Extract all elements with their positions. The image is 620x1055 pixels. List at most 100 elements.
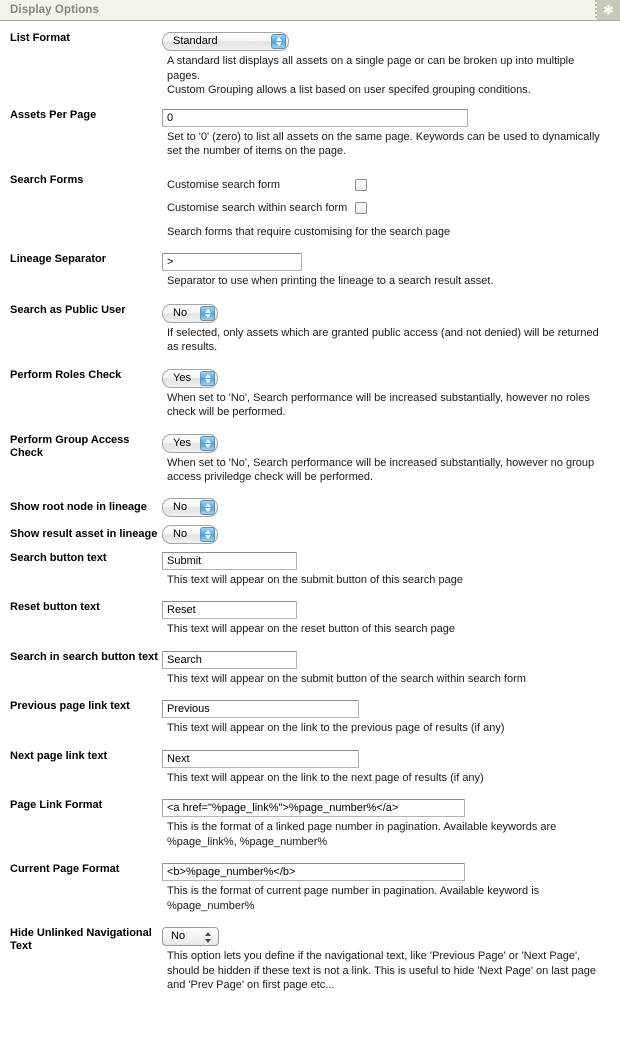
field-label: Previous page link text: [10, 700, 130, 712]
field-label: Search Forms: [10, 173, 84, 186]
stepper-arrows-icon[interactable]: [200, 370, 215, 386]
checkbox-row-customise-search-form: Customise search form: [162, 174, 367, 197]
customise-search-form-checkbox[interactable]: [355, 179, 367, 191]
field-row-search-forms: Search Forms Customise search form Custo…: [0, 174, 620, 240]
field-row-perform-roles-check: Perform Roles Check Yes When set to 'No'…: [0, 368, 620, 420]
field-control: This text will appear on the reset butto…: [162, 601, 620, 637]
field-row-next-page-link-text: Next page link text This text will appea…: [0, 749, 620, 786]
current-page-format-input[interactable]: [162, 863, 465, 881]
field-label: Search as Public User: [10, 303, 126, 316]
field-row-search-as-public-user: Search as Public User No If selected, on…: [0, 303, 620, 355]
field-label: Show root node in lineage: [10, 500, 147, 513]
field-label: Current Page Format: [10, 863, 120, 875]
field-row-list-format: List Format Standard A standard list dis…: [0, 32, 620, 98]
field-control: This is the format of current page numbe…: [162, 863, 620, 913]
field-label: Next page link text: [10, 749, 108, 762]
field-row-assets-per-page: Assets Per Page Set to '0' (zero) to lis…: [0, 108, 620, 159]
field-control: Set to '0' (zero) to list all assets on …: [162, 108, 620, 159]
field-label: Page Link Format: [10, 799, 103, 811]
field-control: This text will appear on the submit butt…: [162, 551, 620, 588]
panel-header: Display Options ✻: [0, 0, 620, 21]
field-control: No If selected, only assets which are gr…: [162, 303, 620, 355]
field-description: Search forms that require customising fo…: [167, 225, 451, 238]
customise-search-within-search-form-checkbox[interactable]: [355, 202, 367, 214]
field-row-current-page-format: Current Page Format This is the format o…: [0, 863, 620, 913]
field-control: Yes When set to 'No', Search performance…: [162, 368, 620, 420]
field-description: This text will appear on the submit butt…: [167, 573, 463, 586]
checkbox-row-customise-search-within: Customise search within search form: [162, 197, 367, 220]
stepper-arrows-icon[interactable]: [200, 305, 215, 321]
stepper-arrows-icon[interactable]: [200, 526, 215, 542]
stepper-arrows-icon[interactable]: [200, 435, 215, 451]
field-control: This text will appear on the submit butt…: [162, 650, 620, 687]
field-label: Reset button text: [10, 601, 100, 613]
list-format-select[interactable]: Standard: [162, 32, 289, 51]
field-row-reset-button-text: Reset button text This text will appear …: [0, 601, 620, 637]
field-label: Search button text: [10, 551, 107, 564]
field-description: This text will appear on the link to the…: [167, 722, 505, 734]
field-control: No: [162, 497, 620, 517]
show-root-node-in-lineage-select[interactable]: No: [162, 497, 218, 517]
field-control: Separator to use when printing the linea…: [162, 253, 620, 289]
field-label: Perform Group Access Check: [10, 433, 130, 459]
search-in-search-button-text-input[interactable]: [162, 650, 297, 669]
perform-group-access-check-select[interactable]: Yes: [162, 433, 218, 453]
field-row-previous-page-link-text: Previous page link text This text will a…: [0, 700, 620, 736]
next-page-link-text-input[interactable]: [162, 749, 359, 768]
field-description: A standard list displays all assets on a…: [167, 55, 575, 96]
reset-button-text-input[interactable]: [162, 601, 297, 619]
field-description: This is the format of a linked page numb…: [167, 821, 557, 848]
field-description: This is the format of current page numbe…: [167, 885, 540, 912]
show-result-asset-in-lineage-select[interactable]: No: [162, 524, 218, 544]
field-row-hide-unlinked-navigational-text: Hide Unlinked Navigational Text No This …: [0, 927, 620, 993]
checkbox-label: Customise search form: [167, 179, 281, 191]
field-description: This text will appear on the link to the…: [167, 771, 484, 784]
field-row-lineage-separator: Lineage Separator Separator to use when …: [0, 253, 620, 289]
field-control: No This option lets you define if the na…: [162, 927, 620, 993]
stepper-arrows-icon[interactable]: [200, 499, 215, 515]
field-control: Yes When set to 'No', Search performance…: [162, 433, 620, 485]
field-label: List Format: [10, 32, 70, 44]
field-control: Customise search form Customise search w…: [162, 174, 620, 240]
field-row-show-root-node-in-lineage: Show root node in lineage No: [0, 497, 620, 517]
lineage-separator-input[interactable]: [162, 253, 302, 271]
field-label: Hide Unlinked Navigational Text: [10, 927, 152, 952]
field-control: This is the format of a linked page numb…: [162, 799, 620, 849]
field-control: This text will appear on the link to the…: [162, 700, 620, 736]
field-label: Show result asset in lineage: [10, 527, 158, 540]
field-description: This option lets you define if the navig…: [167, 950, 596, 991]
display-options-form: List Format Standard A standard list dis…: [0, 21, 620, 993]
hide-unlinked-navigational-text-select[interactable]: No: [162, 927, 219, 946]
field-label: Perform Roles Check: [10, 368, 122, 381]
field-label: Lineage Separator: [10, 253, 106, 265]
page-title: Display Options: [10, 4, 100, 16]
field-description: If selected, only assets which are grant…: [167, 326, 599, 354]
field-description: When set to 'No', Search performance wil…: [167, 391, 590, 419]
field-control: This text will appear on the link to the…: [162, 749, 620, 786]
field-description: Separator to use when printing the linea…: [167, 275, 494, 287]
field-row-perform-group-access-check: Perform Group Access Check Yes When set …: [0, 433, 620, 485]
perform-roles-check-select[interactable]: Yes: [162, 368, 218, 388]
search-button-text-input[interactable]: [162, 551, 297, 570]
field-description: Set to '0' (zero) to list all assets on …: [167, 130, 600, 158]
field-description: When set to 'No', Search performance wil…: [167, 456, 595, 484]
search-as-public-user-select[interactable]: No: [162, 303, 218, 323]
stepper-arrows-icon[interactable]: [205, 932, 212, 943]
field-row-show-result-asset-in-lineage: Show result asset in lineage No: [0, 524, 620, 544]
page-link-format-input[interactable]: [162, 799, 465, 817]
stepper-arrows-icon[interactable]: [271, 34, 286, 49]
previous-page-link-text-input[interactable]: [162, 700, 359, 718]
field-description: This text will appear on the submit butt…: [167, 672, 526, 685]
assets-per-page-input[interactable]: [162, 108, 468, 127]
field-label: Assets Per Page: [10, 108, 97, 121]
field-row-search-button-text: Search button text This text will appear…: [0, 551, 620, 588]
field-label: Search in search button text: [10, 650, 158, 663]
field-control: No: [162, 524, 620, 544]
field-row-page-link-format: Page Link Format This is the format of a…: [0, 799, 620, 849]
select-value: Standard: [173, 35, 218, 47]
asterisk-icon-button[interactable]: ✻: [597, 0, 620, 20]
field-control: Standard A standard list displays all as…: [162, 32, 620, 98]
checkbox-label: Customise search within search form: [167, 202, 348, 214]
field-description: This text will appear on the reset butto…: [167, 623, 455, 635]
field-row-search-in-search-button-text: Search in search button text This text w…: [0, 650, 620, 687]
